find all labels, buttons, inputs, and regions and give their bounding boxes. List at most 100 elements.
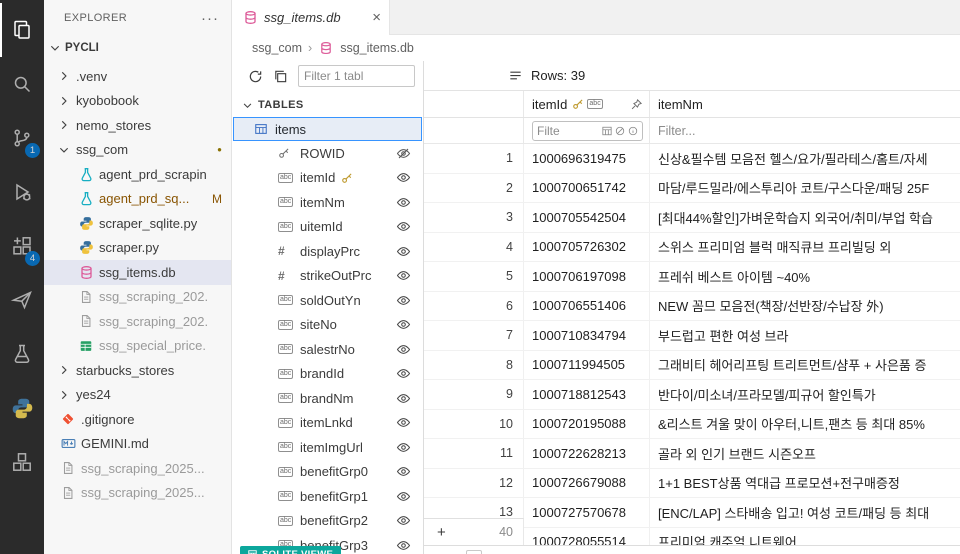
filter-exclude-icon[interactable] [615, 126, 625, 136]
explorer-item-ssg-com[interactable]: ssg_com ● [44, 138, 231, 163]
cell-itemnm[interactable]: 골라 외 인기 브랜드 시즌오프 [650, 439, 960, 468]
explorer-item-ssg-scraping-202[interactable]: ssg_scraping_202... [44, 285, 231, 310]
column-brandnm[interactable]: abc brandNm [232, 386, 423, 411]
cell-itemnm[interactable]: 그래비티 헤어리프팅 트리트먼트/샴푸 + 사은품 증 [650, 351, 960, 380]
list-icon[interactable] [508, 68, 523, 83]
explorer-item-kyobobook[interactable]: kyobobook [44, 89, 231, 114]
table-items[interactable]: items [233, 117, 422, 141]
cell-itemnm[interactable]: 스위스 프리미엄 블럭 매직큐브 프리빌딩 외 [650, 233, 960, 262]
tables-section-header[interactable]: TABLES [232, 94, 423, 116]
column-uitemid[interactable]: abc uitemId [232, 215, 423, 240]
table-row[interactable]: 7 1000710834794 부드럽고 편한 여성 브라 [424, 321, 960, 351]
explorer-item-yes24[interactable]: yes24 [44, 383, 231, 408]
activity-python[interactable] [0, 381, 44, 435]
explorer-item-ssg-items-db[interactable]: ssg_items.db [44, 260, 231, 285]
cell-itemnm[interactable]: [ENC/LAP] 스타배송 입고! 여성 코트/패딩 등 최대 [650, 498, 960, 527]
cell-itemnm[interactable]: NEW 꼼므 모음전(책장/선반장/수납장 外) [650, 292, 960, 321]
table-row[interactable]: 12 1000726679088 1+1 BEST상품 역대급 프로모션+전구매증정 [424, 468, 960, 498]
cell-itemid[interactable]: 1000718812543 [524, 380, 650, 409]
itemid-filter-input[interactable]: Filte [532, 120, 643, 141]
column-itemlnkd[interactable]: abc itemLnkd [232, 411, 423, 436]
explorer-item-scraper-sqlite-py[interactable]: scraper_sqlite.py [44, 211, 231, 236]
activity-run-debug[interactable] [0, 165, 44, 219]
itemnm-filter-input[interactable]: Filter... [658, 124, 696, 138]
ellipsis-icon[interactable]: ··· [201, 10, 219, 27]
eye-icon[interactable] [396, 391, 411, 406]
table-row[interactable]: 8 1000711994505 그래비티 헤어리프팅 트리트먼트/샴푸 + 사은품 … [424, 350, 960, 380]
column-soldoutyn[interactable]: abc soldOutYn [232, 288, 423, 313]
explorer-item-ssg-scraping-202[interactable]: ssg_scraping_202... [44, 309, 231, 334]
cell-itemid[interactable]: 1000720195088 [524, 409, 650, 438]
breadcrumb-folder[interactable]: ssg_com [252, 41, 302, 55]
column-itemimgurl[interactable]: abc itemImgUrl [232, 435, 423, 460]
column-displayprc[interactable]: # displayPrc [232, 239, 423, 264]
activity-explorer[interactable] [0, 3, 44, 57]
cell-itemnm[interactable]: [최대44%할인]가벼운학습지 외국어/취미/부업 학습 [650, 203, 960, 232]
column-benefitgrp0[interactable]: abc benefitGrp0 [232, 460, 423, 485]
cell-itemid[interactable]: 1000700651742 [524, 173, 650, 202]
column-strikeoutprc[interactable]: # strikeOutPrc [232, 264, 423, 289]
eye-icon[interactable] [396, 268, 411, 283]
table-row[interactable]: 2 1000700651742 마담/루드밀라/에스투리아 코트/구스다운/패딩 2… [424, 173, 960, 203]
sqlite-viewer-badge[interactable]: SQLITE VIEWE [240, 546, 342, 554]
column-salestrno[interactable]: abc salestrNo [232, 337, 423, 362]
cell-itemnm[interactable]: 반다이/미소녀/프라모델/피규어 할인특가 [650, 380, 960, 409]
table-row[interactable]: 4 1000705726302 스위스 프리미엄 블럭 매직큐브 프리빌딩 외 [424, 232, 960, 262]
cell-itemid[interactable]: 1000727570678 [524, 498, 650, 527]
eye-off-icon[interactable] [396, 146, 411, 161]
cell-itemid[interactable]: 1000710834794 [524, 321, 650, 350]
tab-ssg-items-db[interactable]: ssg_items.db × [232, 0, 390, 35]
column-itemid[interactable]: abc itemId [232, 166, 423, 191]
column-itemnm[interactable]: abc itemNm [232, 190, 423, 215]
column-siteno[interactable]: abc siteNo [232, 313, 423, 338]
eye-icon[interactable] [396, 366, 411, 381]
eye-icon[interactable] [396, 342, 411, 357]
cell-itemid[interactable]: 1000706197098 [524, 262, 650, 291]
eye-icon[interactable] [396, 219, 411, 234]
activity-testing[interactable] [0, 327, 44, 381]
cell-itemnm[interactable]: 마담/루드밀라/에스투리아 코트/구스다운/패딩 25F [650, 174, 960, 203]
activity-chat[interactable] [0, 273, 44, 327]
workspace-section[interactable]: PYCLI [44, 36, 231, 60]
tables-filter-input[interactable] [298, 65, 415, 87]
cell-itemid[interactable]: 1000705726302 [524, 232, 650, 261]
cell-itemnm[interactable]: 신상&필수템 모음전 헬스/요가/필라테스/홈트/자세 [650, 144, 960, 173]
explorer-item-gemini-md[interactable]: GEMINI.md [44, 432, 231, 457]
cell-itemnm[interactable]: 부드럽고 편한 여성 브라 [650, 321, 960, 350]
breadcrumb-file[interactable]: ssg_items.db [340, 41, 414, 55]
eye-icon[interactable] [396, 538, 411, 553]
activity-search[interactable] [0, 57, 44, 111]
refresh-icon[interactable] [248, 69, 263, 84]
column-brandid[interactable]: abc brandId [232, 362, 423, 387]
cell-itemnm[interactable]: 프레쉬 베스트 아이템 ~40% [650, 262, 960, 291]
cell-itemid[interactable]: 1000711994505 [524, 350, 650, 379]
activity-boxes[interactable] [0, 435, 44, 489]
table-row[interactable]: 1 1000696319475 신상&필수템 모음전 헬스/요가/필라테스/홈트/자… [424, 144, 960, 174]
header-itemid[interactable]: itemId abc [524, 91, 650, 117]
explorer-item-agent-prd-sq[interactable]: agent_prd_sq... M [44, 187, 231, 212]
eye-icon[interactable] [396, 415, 411, 430]
table-row[interactable]: 6 1000706551406 NEW 꼼므 모음전(책장/선반장/수납장 外) [424, 291, 960, 321]
eye-icon[interactable] [396, 244, 411, 259]
eye-icon[interactable] [396, 440, 411, 455]
activity-extensions[interactable]: 4 [0, 219, 44, 273]
eye-icon[interactable] [396, 513, 411, 528]
eye-icon[interactable] [396, 195, 411, 210]
column-rowid[interactable]: ROWID [232, 141, 423, 166]
table-row[interactable]: 9 1000718812543 반다이/미소녀/프라모델/피규어 할인특가 [424, 380, 960, 410]
cell-itemid[interactable]: 1000726679088 [524, 468, 650, 497]
explorer-item-gitignore[interactable]: .gitignore [44, 407, 231, 432]
header-itemnm[interactable]: itemNm [650, 91, 960, 117]
eye-icon[interactable] [396, 489, 411, 504]
explorer-item-scraper-py[interactable]: scraper.py [44, 236, 231, 261]
explorer-item-venv[interactable]: .venv [44, 64, 231, 89]
explorer-item-agent-prd-scrapin[interactable]: agent_prd_scrapin... [44, 162, 231, 187]
column-benefitgrp1[interactable]: abc benefitGrp1 [232, 484, 423, 509]
cell-itemid[interactable]: 1000706551406 [524, 291, 650, 320]
eye-icon[interactable] [396, 293, 411, 308]
pin-icon[interactable] [630, 98, 643, 111]
cell-itemid[interactable]: 1000722628213 [524, 439, 650, 468]
close-icon[interactable]: × [372, 10, 381, 25]
table-row[interactable]: 5 1000706197098 프레쉬 베스트 아이템 ~40% [424, 262, 960, 292]
table-row[interactable]: 10 1000720195088 &리스트 겨울 맞이 아우터,니트,팬츠 등 최대… [424, 409, 960, 439]
